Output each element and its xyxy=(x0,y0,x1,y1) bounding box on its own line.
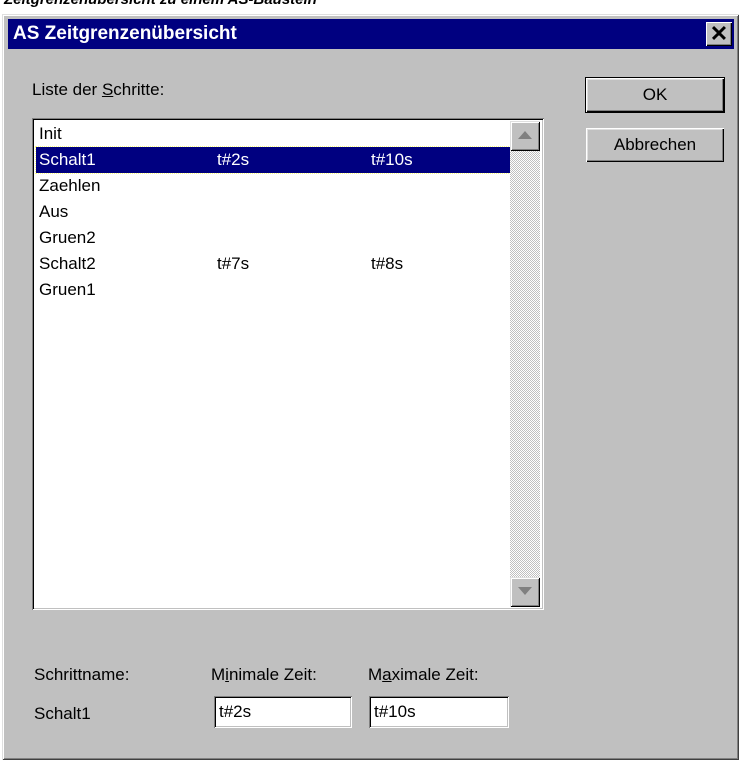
list-item[interactable]: Zaehlen xyxy=(36,173,510,199)
list-item[interactable]: Schalt2 t#7s t#8s xyxy=(36,251,510,277)
list-item[interactable]: Init xyxy=(36,121,510,147)
cancel-button[interactable]: Abbrechen xyxy=(586,128,724,162)
max-time-cell: t#10s xyxy=(371,150,413,169)
time-limits-dialog: AS Zeitgrenzenübersicht ✕ Liste der Schr… xyxy=(2,14,739,760)
step-name-cell: Schalt2 xyxy=(39,254,96,273)
figure-caption: Zeitgrenzenübersicht zu einem AS-Baustei… xyxy=(4,0,317,8)
min-time-cell: t#2s xyxy=(217,150,250,169)
list-item[interactable]: Schalt1 t#2s t#10s xyxy=(35,146,511,174)
dialog-title: AS Zeitgrenzenübersicht xyxy=(13,23,237,44)
max-time-input[interactable]: t#10s xyxy=(369,696,509,728)
list-item[interactable]: Aus xyxy=(36,199,510,225)
step-name-cell: Init xyxy=(39,124,62,143)
step-name-value: Schalt1 xyxy=(34,704,91,723)
step-name-cell: Gruen2 xyxy=(39,228,96,247)
max-time-cell: t#8s xyxy=(371,254,404,273)
steps-list-label: Liste der Schritte: xyxy=(32,80,165,99)
min-time-label: Minimale Zeit: xyxy=(211,665,317,684)
step-name-cell: Zaehlen xyxy=(39,176,101,195)
list-item[interactable]: Gruen2 xyxy=(36,225,510,251)
scroll-up-arrow-icon[interactable] xyxy=(510,121,540,151)
steps-listbox[interactable]: Init Schalt1 t#2s t#10s Zaehlen Aus Gruen2 Scha… xyxy=(32,118,544,610)
ok-button[interactable]: OK xyxy=(585,77,725,113)
title-bar: AS Zeitgrenzenübersicht ✕ xyxy=(8,19,734,49)
min-time-cell: t#7s xyxy=(217,254,250,273)
step-name-cell: Aus xyxy=(39,202,69,221)
scroll-down-arrow-icon[interactable] xyxy=(510,577,540,607)
min-time-input[interactable]: t#2s xyxy=(214,696,352,728)
vertical-scrollbar[interactable] xyxy=(510,121,540,607)
max-time-label: Maximale Zeit: xyxy=(368,665,479,684)
list-item[interactable]: Gruen1 xyxy=(36,277,510,303)
steps-list-rows: Init Schalt1 t#2s t#10s Zaehlen Aus Gruen2 Scha… xyxy=(35,121,511,303)
step-name-cell: Gruen1 xyxy=(39,280,96,299)
step-name-label: Schrittname: xyxy=(34,665,130,684)
step-name-cell: Schalt1 xyxy=(39,150,96,169)
close-icon[interactable]: ✕ xyxy=(706,22,732,46)
